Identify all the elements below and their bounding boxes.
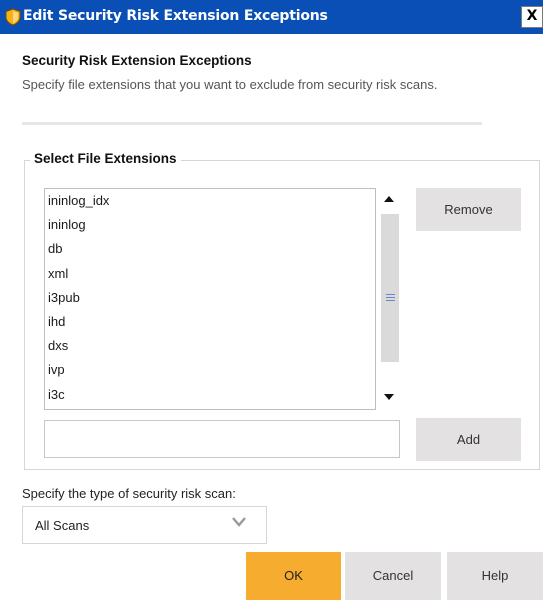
remove-button[interactable]: Remove: [416, 188, 521, 231]
close-button[interactable]: X: [521, 6, 543, 28]
file-extensions-list[interactable]: ininlog_idx ininlog db xml i3pub ihd dxs…: [44, 188, 376, 410]
list-item[interactable]: ivp: [45, 358, 375, 382]
list-item[interactable]: i3pub: [45, 286, 375, 310]
shield-icon: [5, 8, 21, 26]
list-item[interactable]: xml: [45, 262, 375, 286]
scroll-down-arrow-icon[interactable]: [384, 394, 394, 400]
scan-type-value: All Scans: [35, 518, 90, 533]
scroll-thumb[interactable]: [381, 214, 399, 362]
list-item[interactable]: db: [45, 237, 375, 261]
scan-type-select[interactable]: All Scans: [22, 506, 267, 544]
grip-icon: [386, 294, 395, 301]
file-extensions-legend: Select File Extensions: [30, 151, 181, 166]
cancel-button[interactable]: Cancel: [345, 552, 441, 600]
list-scrollbar[interactable]: [378, 188, 400, 410]
scan-type-label: Specify the type of security risk scan:: [22, 486, 236, 501]
title-bar: Edit Security Risk Extension Exceptions …: [0, 0, 543, 34]
help-button[interactable]: Help: [447, 552, 543, 600]
add-button[interactable]: Add: [416, 418, 521, 461]
divider: [22, 122, 482, 125]
list-item[interactable]: ininlog: [45, 213, 375, 237]
scroll-track[interactable]: [381, 214, 399, 384]
section-description: Specify file extensions that you want to…: [22, 77, 438, 92]
scroll-up-arrow-icon[interactable]: [384, 196, 394, 202]
list-item[interactable]: dxs: [45, 334, 375, 358]
extension-input[interactable]: [44, 420, 400, 458]
ok-button[interactable]: OK: [246, 552, 341, 600]
list-item[interactable]: ininlog_idx: [45, 189, 375, 213]
list-item[interactable]: ihd: [45, 310, 375, 334]
section-heading: Security Risk Extension Exceptions: [22, 53, 252, 68]
window-title: Edit Security Risk Extension Exceptions: [23, 8, 328, 24]
chevron-down-icon[interactable]: [230, 512, 248, 530]
list-item[interactable]: i3c: [45, 383, 375, 407]
